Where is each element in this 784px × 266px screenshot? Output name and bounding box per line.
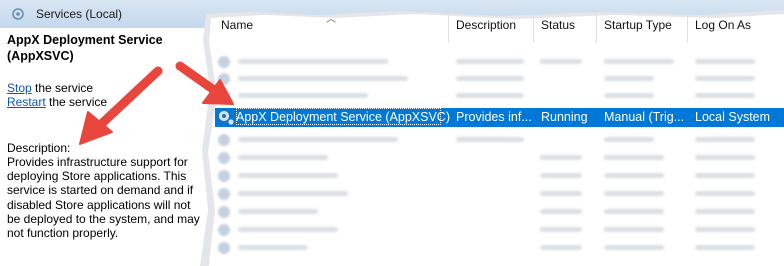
column-status[interactable]: Status	[541, 18, 575, 32]
column-log-on-as[interactable]: Log On As	[695, 18, 751, 32]
description-label: Description:	[7, 141, 71, 155]
row-status: Running	[541, 110, 588, 124]
stop-action: Stop the service	[7, 81, 93, 95]
gear-icon	[217, 109, 235, 126]
column-divider[interactable]	[687, 13, 688, 43]
stop-link[interactable]: Stop	[7, 81, 32, 95]
service-name-heading: AppX Deployment Service (AppXSVC)	[7, 33, 163, 63]
blurred-row[interactable]	[210, 53, 784, 71]
row-startup-type: Manual (Trig...	[604, 110, 685, 124]
window-title: Services (Local)	[36, 7, 123, 21]
sort-up-icon: ︿	[326, 14, 336, 25]
column-divider[interactable]	[596, 13, 597, 43]
blurred-row[interactable]	[210, 221, 784, 239]
column-divider[interactable]	[448, 13, 449, 43]
row-log-on-as: Local System	[695, 110, 771, 124]
blurred-row[interactable]	[210, 87, 784, 105]
restart-action-text: the service	[45, 95, 108, 109]
stop-action-text: the service	[31, 81, 94, 95]
description-text: Provides infrastructure support for depl…	[7, 155, 200, 241]
column-name[interactable]: Name	[221, 18, 253, 32]
blurred-row[interactable]	[210, 70, 784, 88]
service-details-panel: AppX Deployment Service (AppXSVC) Stop t…	[0, 28, 212, 266]
blurred-row[interactable]	[210, 149, 784, 167]
blurred-row[interactable]	[210, 185, 784, 203]
blurred-row[interactable]	[210, 167, 784, 185]
restart-link[interactable]: Restart	[7, 95, 46, 109]
blurred-row[interactable]	[210, 131, 784, 149]
column-description[interactable]: Description	[456, 18, 516, 32]
blurred-row[interactable]	[210, 203, 784, 221]
column-divider[interactable]	[533, 13, 534, 43]
restart-action: Restart the service	[7, 95, 107, 109]
services-icon	[12, 8, 24, 20]
focus-rectangle	[236, 108, 441, 125]
blurred-row[interactable]	[210, 239, 784, 257]
column-startup-type[interactable]: Startup Type	[604, 18, 672, 32]
row-description: Provides inf...	[456, 110, 532, 124]
